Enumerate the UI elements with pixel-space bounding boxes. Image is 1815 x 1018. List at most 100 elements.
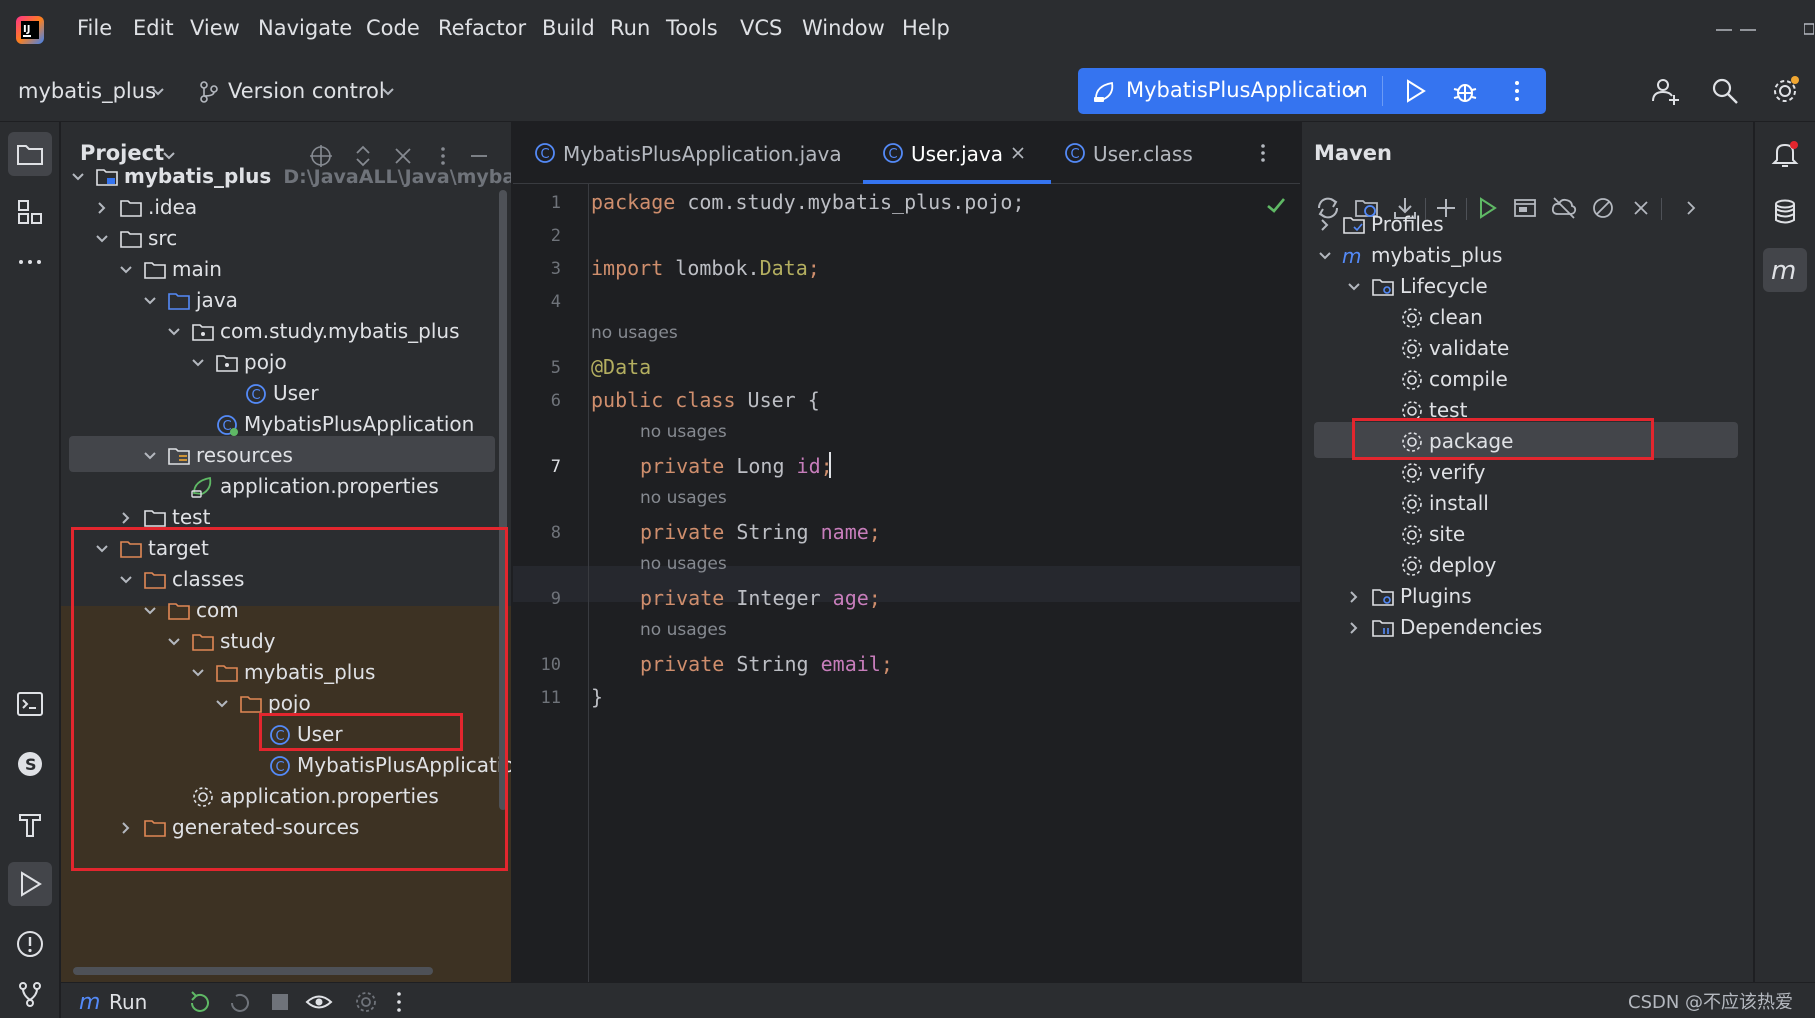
- chevron-right-icon[interactable]: [94, 200, 110, 216]
- more-tabs-icon[interactable]: [1251, 141, 1275, 165]
- menu-edit[interactable]: Edit: [133, 16, 174, 40]
- tab-user-java[interactable]: C User.java: [863, 122, 1051, 184]
- code-line-6[interactable]: public class User {: [591, 388, 820, 412]
- chevron-right-icon[interactable]: [1346, 620, 1362, 636]
- code-line-9[interactable]: private Integer age;: [640, 586, 881, 610]
- code-line-10[interactable]: private String email;: [640, 652, 893, 676]
- menu-build[interactable]: Build: [542, 16, 595, 40]
- code-line-3[interactable]: import lombok.Data;: [591, 256, 820, 280]
- bottom-run-bar: m Run CSDN @不应该热爱: [61, 982, 1815, 1018]
- dependencies-folder-icon: [1371, 616, 1395, 640]
- database-tool-button[interactable]: [1763, 190, 1807, 234]
- more-tools-button[interactable]: [8, 240, 52, 284]
- services-tool-button[interactable]: S: [8, 742, 52, 786]
- window-minimize-button[interactable]: [1710, 16, 1738, 44]
- menu-view[interactable]: View: [190, 16, 240, 40]
- chevron-down-icon[interactable]: [142, 448, 158, 464]
- divider: [1382, 76, 1383, 106]
- usages-hint[interactable]: no usages: [640, 554, 727, 574]
- highlight-box-compile: [1352, 418, 1654, 460]
- close-tab-icon[interactable]: [1011, 146, 1025, 160]
- menu-code[interactable]: Code: [366, 16, 420, 40]
- code-keyword: import: [591, 256, 664, 280]
- check-icon[interactable]: [1265, 194, 1287, 216]
- menu-navigate[interactable]: Navigate: [258, 16, 352, 40]
- usages-hint[interactable]: no usages: [640, 488, 727, 508]
- chevron-down-icon[interactable]: [142, 293, 158, 309]
- chevron-down-icon[interactable]: [190, 355, 206, 371]
- debug-button[interactable]: [1451, 77, 1479, 105]
- menu-vcs[interactable]: VCS: [740, 16, 782, 40]
- root-path: D:\JavaALL\Java\mybatis_: [283, 166, 511, 188]
- chevron-down-icon[interactable]: [1317, 248, 1333, 264]
- line-number: 1: [550, 193, 561, 213]
- rerun-icon[interactable]: [187, 989, 213, 1015]
- maven-tool-button[interactable]: m: [1763, 248, 1807, 292]
- menu-window[interactable]: Window: [802, 16, 885, 40]
- settings-gear-icon[interactable]: [1770, 76, 1800, 106]
- stop-icon[interactable]: [267, 989, 293, 1015]
- chevron-down-icon[interactable]: [70, 169, 86, 185]
- settings-gear-icon[interactable]: [353, 989, 379, 1015]
- horizontal-scrollbar[interactable]: [73, 967, 433, 975]
- code-line-8[interactable]: private String name;: [640, 520, 881, 544]
- chevron-right-icon[interactable]: [1317, 217, 1333, 233]
- run-config-selector[interactable]: MybatisPlusApplication: [1126, 78, 1368, 102]
- chevron-right-icon[interactable]: [1346, 589, 1362, 605]
- problems-tool-button[interactable]: [8, 922, 52, 966]
- tree-label: User: [273, 381, 319, 405]
- tree-label: Lifecycle: [1400, 274, 1488, 298]
- run-button[interactable]: [1401, 77, 1429, 105]
- tab-user-class[interactable]: C User.class: [1063, 122, 1213, 184]
- usages-hint[interactable]: no usages: [640, 422, 727, 442]
- chevron-down-icon[interactable]: [166, 324, 182, 340]
- chevron-down-icon[interactable]: [94, 231, 110, 247]
- minimize-icon[interactable]: [1734, 16, 1762, 44]
- usages-hint[interactable]: no usages: [591, 323, 678, 343]
- line-number: 6: [550, 391, 561, 411]
- add-user-icon[interactable]: [1650, 76, 1680, 106]
- structure-tool-button[interactable]: [8, 190, 52, 234]
- menu-run[interactable]: Run: [610, 16, 650, 40]
- project-selector[interactable]: mybatis_plus: [18, 79, 156, 103]
- build-tool-button[interactable]: [8, 802, 52, 846]
- code-text: ;: [880, 652, 893, 676]
- chevron-down-icon[interactable]: [118, 262, 134, 278]
- code-field: age: [832, 586, 869, 610]
- more-actions-button[interactable]: [1503, 77, 1531, 105]
- tab-mybatis-plus-application[interactable]: C MybatisPlusApplication.java: [533, 122, 843, 184]
- restore-icon[interactable]: [1804, 16, 1814, 44]
- run-tool-button[interactable]: [8, 862, 52, 906]
- eye-icon[interactable]: [305, 989, 333, 1015]
- line-number: 2: [550, 226, 561, 246]
- version-control-selector[interactable]: Version control: [228, 79, 385, 103]
- folder-icon: [17, 145, 43, 165]
- chevron-right-icon[interactable]: [118, 510, 134, 526]
- run-tab-label[interactable]: Run: [109, 990, 147, 1014]
- menu-tools[interactable]: Tools: [666, 16, 718, 40]
- spring-boot-icon: [1092, 78, 1118, 104]
- intellij-logo-icon: IJ: [14, 14, 46, 46]
- gear-icon: [1400, 492, 1424, 516]
- rerun-failed-icon[interactable]: [227, 989, 253, 1015]
- run-icon: [21, 871, 42, 897]
- code-line-1[interactable]: package com.study.mybatis_plus.pojo;: [591, 190, 1025, 214]
- search-icon[interactable]: [1710, 76, 1740, 106]
- database-icon: [1775, 199, 1795, 224]
- more-vertical-icon[interactable]: [389, 989, 409, 1015]
- maven-item-dependencies[interactable]: Dependencies: [1302, 610, 1754, 646]
- code-line-5[interactable]: @Data: [591, 355, 651, 379]
- notifications-tool-button[interactable]: [1763, 132, 1807, 176]
- code-line-7[interactable]: private Long id;: [640, 454, 833, 478]
- terminal-tool-button[interactable]: [8, 682, 52, 726]
- code-line-11[interactable]: }: [591, 685, 603, 709]
- usages-hint[interactable]: no usages: [640, 620, 727, 640]
- menu-refactor[interactable]: Refactor: [438, 16, 526, 40]
- chevron-down-icon[interactable]: [1346, 279, 1362, 295]
- git-tool-button[interactable]: [8, 972, 52, 1016]
- menu-file[interactable]: File: [77, 16, 112, 40]
- maven-panel-title: Maven: [1314, 141, 1392, 165]
- code-field: id: [796, 454, 821, 478]
- menu-help[interactable]: Help: [902, 16, 950, 40]
- project-tool-button[interactable]: [8, 132, 52, 176]
